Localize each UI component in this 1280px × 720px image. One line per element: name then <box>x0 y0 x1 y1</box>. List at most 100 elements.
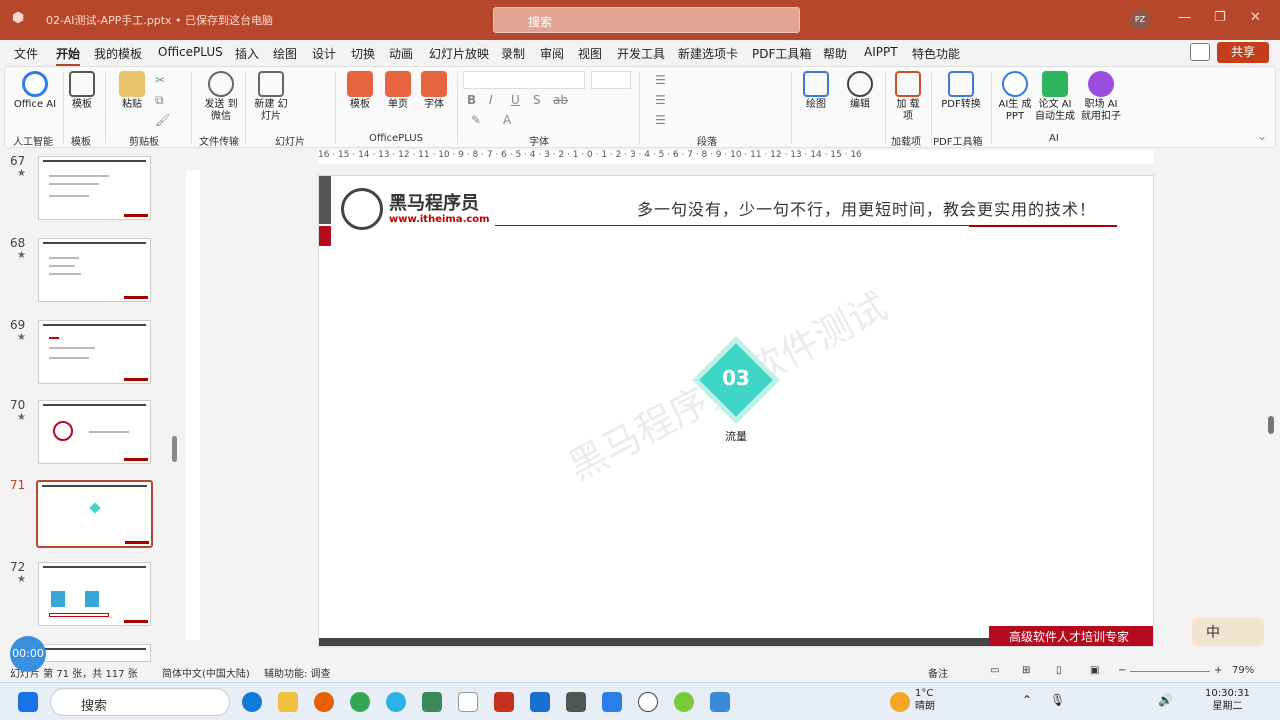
menu-new-tab[interactable]: 新建选项卡 <box>678 45 738 62</box>
align-left-icon[interactable]: ☰ <box>655 93 666 107</box>
windows-start-icon[interactable] <box>18 692 38 712</box>
italic-icon[interactable]: I <box>489 93 493 107</box>
weather-icon[interactable] <box>890 692 910 712</box>
zoom-slider[interactable] <box>1130 671 1210 672</box>
cut-icon[interactable]: ✂ <box>155 73 165 87</box>
menu-record[interactable]: 录制 <box>501 45 525 62</box>
draw-button[interactable]: 绘图 <box>801 71 831 111</box>
slide-thumbnail-72[interactable] <box>38 562 151 626</box>
menu-transitions[interactable]: 切换 <box>351 45 375 62</box>
menu-help[interactable]: 帮助 <box>823 45 847 62</box>
speaker-icon[interactable]: 🔊 <box>1158 693 1173 707</box>
menu-review[interactable]: 审阅 <box>540 45 564 62</box>
menu-developer[interactable]: 开发工具 <box>617 45 665 62</box>
menu-animations[interactable]: 动画 <box>389 45 413 62</box>
avatar[interactable]: PZ <box>1130 10 1150 30</box>
menu-my-templates[interactable]: 我的模板 <box>94 45 142 62</box>
app-icon[interactable] <box>530 692 550 712</box>
tray-chevron-icon[interactable]: ⌃ <box>1022 693 1032 707</box>
maximize-icon[interactable]: ❐ <box>1214 10 1226 25</box>
new-slide-button[interactable]: 新建 幻灯片 <box>251 71 291 123</box>
office-ai-button[interactable]: Office AI <box>13 71 57 111</box>
app-icon[interactable] <box>710 692 730 712</box>
bullets-icon[interactable]: ☰ <box>655 73 666 87</box>
menu-file[interactable]: 文件 <box>14 45 38 62</box>
normal-view-icon[interactable]: ▭ <box>990 665 999 676</box>
slide-thumbnail-67[interactable] <box>38 156 151 220</box>
font-button[interactable]: 字体 <box>417 71 451 111</box>
template-button[interactable]: 模板 <box>67 71 97 111</box>
comment-icon[interactable] <box>1190 43 1210 61</box>
app-icon[interactable] <box>386 692 406 712</box>
slideshow-icon[interactable]: ▣ <box>1090 665 1099 676</box>
search-box[interactable]: 搜索 <box>493 7 800 33</box>
document-title[interactable]: 02-AI测试-APP手工.pptx • 已保存到这台电脑 <box>46 12 273 28</box>
menu-insert[interactable]: 插入 <box>235 45 259 62</box>
typora-icon[interactable] <box>458 692 478 712</box>
font-color-icon[interactable]: A <box>503 113 511 127</box>
app-icon[interactable] <box>674 692 694 712</box>
slide-thumbnail-71[interactable] <box>36 480 153 548</box>
slide-canvas[interactable]: 黑马程序员 www.itheima.com 多一句没有，少一句不行，用更短时间，… <box>318 175 1154 647</box>
font-family-select[interactable] <box>463 71 585 89</box>
ai-job-button[interactable]: 职场 AI 就用扣子 <box>1079 71 1123 123</box>
recording-timer[interactable]: 00:00 <box>10 636 46 672</box>
editor-scrollbar[interactable] <box>1268 416 1274 434</box>
menu-special[interactable]: 特色功能 <box>912 45 960 62</box>
firefox-icon[interactable] <box>314 692 334 712</box>
file-explorer-icon[interactable] <box>278 692 298 712</box>
menu-aippt[interactable]: AIPPT <box>864 45 898 59</box>
font-size-select[interactable] <box>591 71 631 89</box>
microphone-icon[interactable]: 🎙 <box>1050 693 1065 707</box>
language-status[interactable]: 简体中文(中国大陆) <box>162 665 250 680</box>
powerpoint-icon[interactable] <box>494 692 514 712</box>
ai-paper-button[interactable]: 论文 AI 自动生成 <box>1033 71 1077 123</box>
bold-icon[interactable]: B <box>467 93 476 107</box>
slide-thumbnail-73[interactable] <box>38 644 151 662</box>
underline-icon[interactable]: U <box>511 93 520 107</box>
edge-icon[interactable] <box>242 692 262 712</box>
share-button[interactable]: 共享 <box>1217 42 1269 63</box>
copy-icon[interactable]: ⧉ <box>155 93 164 108</box>
ai-ppt-button[interactable]: AI生 成PPT <box>997 71 1033 123</box>
menu-officeplus[interactable]: OfficePLUS <box>158 45 223 59</box>
collapse-ribbon-icon[interactable]: ⌄ <box>1257 129 1267 143</box>
addin-button[interactable]: 加 载项 <box>893 71 923 123</box>
weather[interactable]: 1°C 晴朗 <box>915 687 935 713</box>
close-icon[interactable]: ✕ <box>1250 10 1261 25</box>
menu-pdf-tools[interactable]: PDF工具箱 <box>752 45 811 62</box>
notes-button[interactable]: 备注 <box>928 665 948 680</box>
slide-thumbnail-70[interactable] <box>38 400 151 464</box>
taskbar-search[interactable]: 搜索 <box>50 688 230 716</box>
slide-thumbnail-68[interactable] <box>38 238 151 302</box>
app-icon[interactable] <box>602 692 622 712</box>
zoom-in-icon[interactable]: + <box>1214 665 1222 676</box>
single-page-button[interactable]: 单页 <box>381 71 415 111</box>
menu-design[interactable]: 设计 <box>312 45 336 62</box>
menu-slideshow[interactable]: 幻灯片放映 <box>429 45 489 62</box>
strikethrough-icon[interactable]: ab <box>553 93 568 107</box>
accessibility-status[interactable]: 辅助功能: 调查 <box>264 665 331 680</box>
justify-icon[interactable]: ☰ <box>655 113 666 127</box>
edit-button[interactable]: 编辑 <box>845 71 875 111</box>
clock-app-icon[interactable] <box>638 692 658 712</box>
paste-button[interactable]: 粘贴 <box>115 71 149 111</box>
menu-view[interactable]: 视图 <box>578 45 602 62</box>
menu-home[interactable]: 开始 <box>56 45 81 67</box>
zoom-out-icon[interactable]: − <box>1118 665 1126 676</box>
minimize-icon[interactable]: — <box>1178 10 1191 25</box>
format-painter-icon[interactable]: 🖌 <box>155 113 170 127</box>
slide-sorter-icon[interactable]: ⊞ <box>1022 665 1030 676</box>
menu-draw[interactable]: 绘图 <box>273 45 297 62</box>
app-icon[interactable] <box>566 692 586 712</box>
chrome-icon[interactable] <box>350 692 370 712</box>
zoom-level[interactable]: 79% <box>1232 665 1254 676</box>
taskbar-clock[interactable]: 10:30:31 星期二 <box>1205 687 1250 713</box>
pdf-convert-button[interactable]: PDF转换 <box>937 71 985 111</box>
slide-thumbnail-69[interactable] <box>38 320 151 384</box>
ime-indicator[interactable]: 中 <box>1192 618 1264 646</box>
send-wechat-button[interactable]: 发送 到微信 <box>203 71 239 123</box>
highlight-icon[interactable]: ✎ <box>471 113 481 127</box>
shadow-icon[interactable]: S <box>533 93 541 107</box>
reading-view-icon[interactable]: ▯ <box>1056 665 1062 676</box>
